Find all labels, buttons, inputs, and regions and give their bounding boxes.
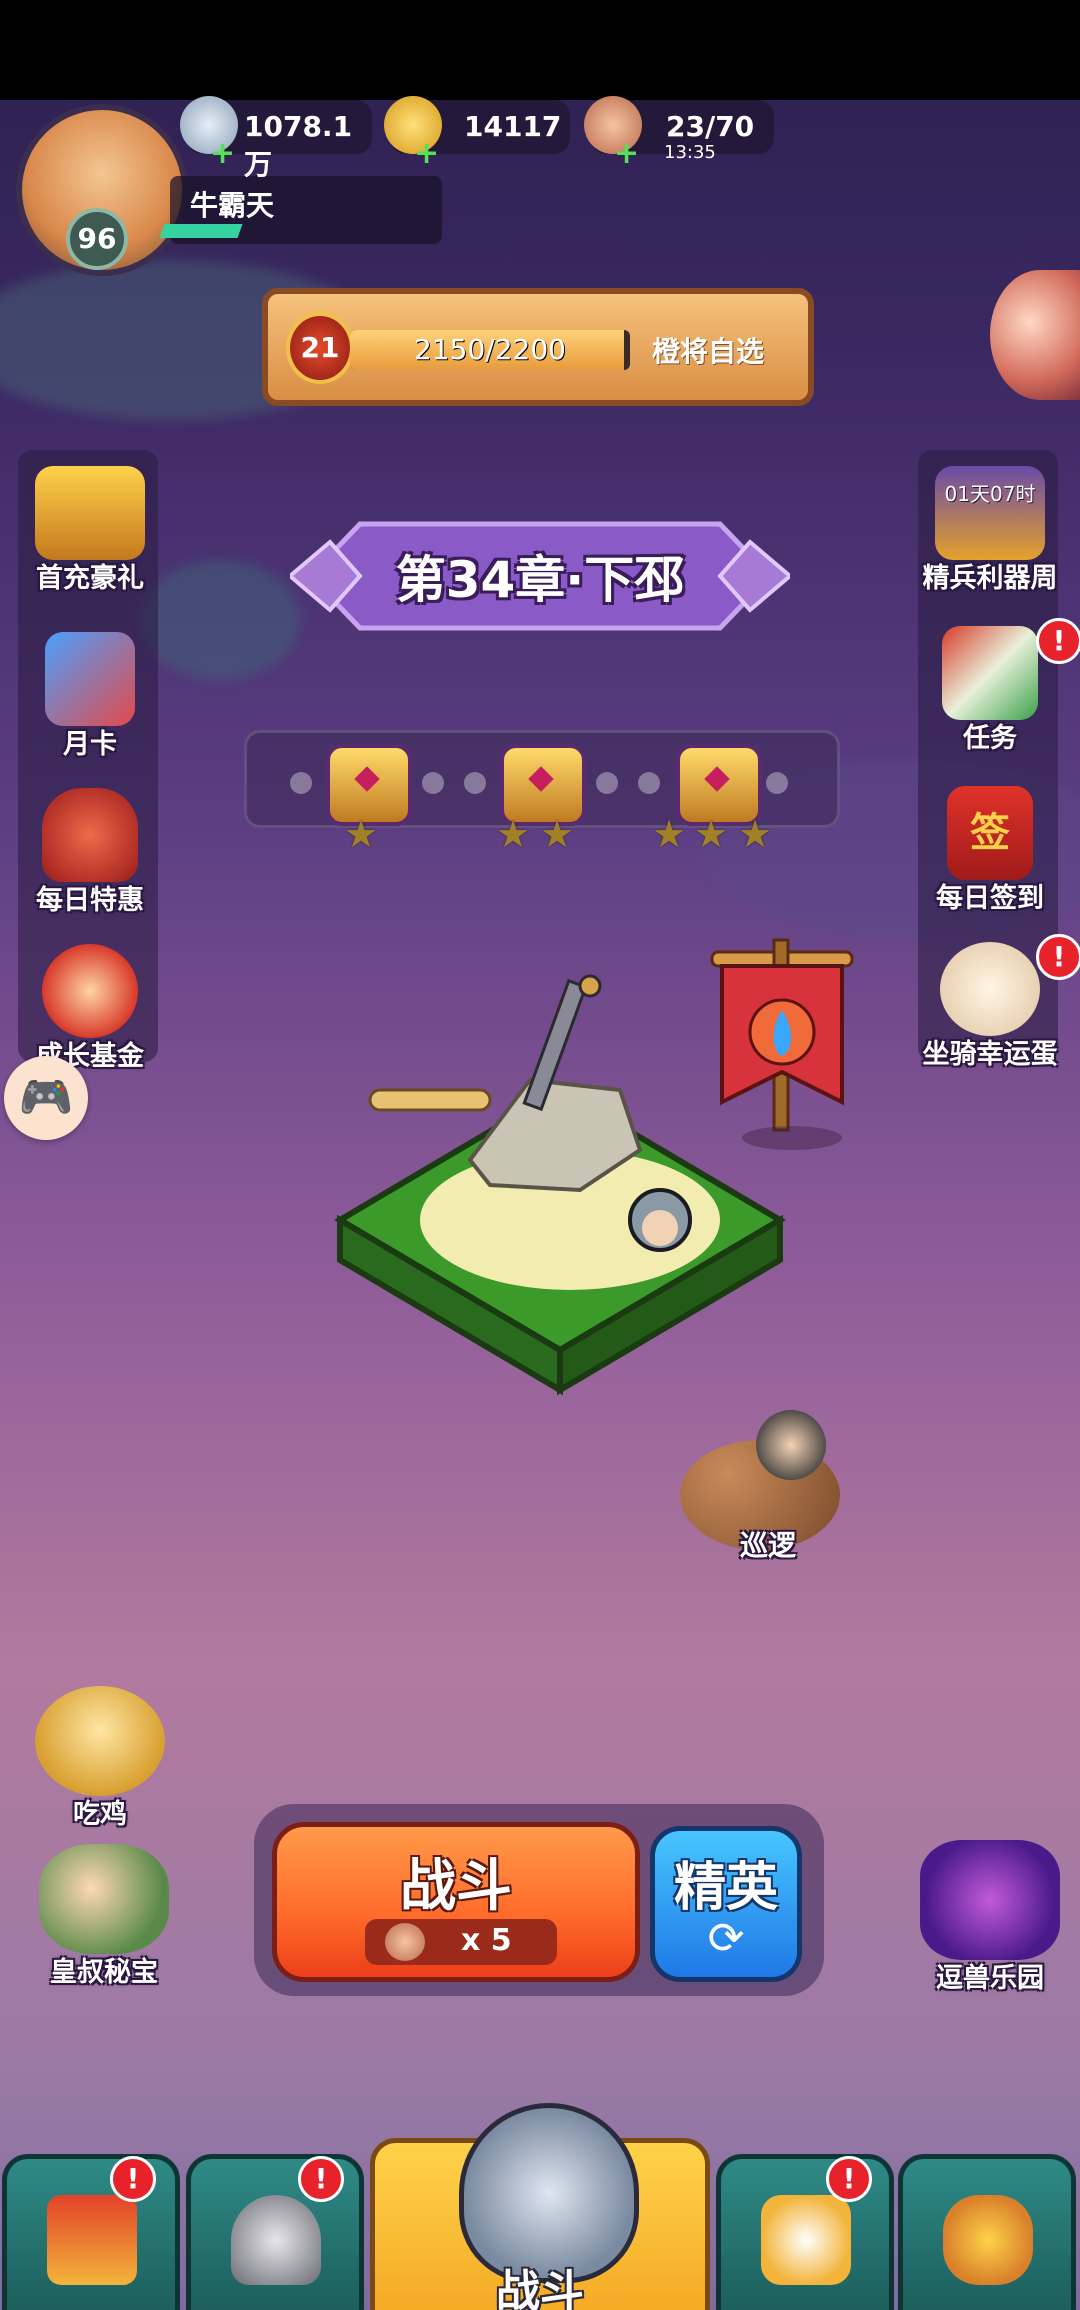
status-bar xyxy=(0,0,1080,100)
elite-button-label: 精英 xyxy=(673,1858,778,1918)
treasure-chest-icon xyxy=(35,466,145,560)
star-icon: ★ xyxy=(496,812,531,856)
monthly-card-button[interactable]: 月卡 xyxy=(0,632,180,761)
stamina-amount: 23/70 xyxy=(666,110,755,143)
progress-dot xyxy=(422,772,444,794)
beast-park-label: 逗兽乐园 xyxy=(936,1963,1044,1994)
bottom-nav: ! ! 战斗 ! xyxy=(0,2103,1080,2310)
chapter-title: 第34章·下邳 xyxy=(395,551,685,609)
power-fist-icon xyxy=(943,2195,1033,2285)
weapon-week-timer: 01天07时 xyxy=(944,482,1036,506)
elite-weapon-week-button[interactable]: 01天07时 精兵利器周 xyxy=(900,466,1080,595)
star-icon: ★ xyxy=(652,812,687,856)
fight-cost: x 5 xyxy=(461,1923,512,1958)
nav-battle-tab[interactable]: 战斗 xyxy=(370,2103,710,2310)
patrol-label: 巡逻 xyxy=(740,1529,797,1562)
first-recharge-label: 首充豪礼 xyxy=(36,563,144,594)
star-icon: ★ xyxy=(344,812,379,856)
nav-battle-label: 战斗 xyxy=(496,2266,584,2310)
scroll-icon xyxy=(942,626,1038,720)
progress-dot xyxy=(638,772,660,794)
beast-park-button[interactable]: 逗兽乐园 xyxy=(900,1840,1080,1995)
nav-home-alert: ! xyxy=(110,2156,156,2202)
gold-amount: 14117 xyxy=(464,110,562,143)
game-screen: 96 牛霸天 1078.1万 + 14117 + 23/70 13:35 + 2… xyxy=(0,0,1080,2310)
daily-sign-in-label: 每日签到 xyxy=(936,883,1044,914)
uncle-treasure-button[interactable]: 皇叔秘宝 xyxy=(14,1844,194,1989)
progress-dot xyxy=(766,772,788,794)
stamina-timer: 13:35 xyxy=(664,142,716,163)
refresh-icon: ⟳ xyxy=(707,1913,745,1964)
star-icon: ★ xyxy=(694,812,729,856)
stars-weapon-icon xyxy=(761,2195,851,2285)
tasks-label: 任务 xyxy=(963,723,1017,754)
player-xp-bar xyxy=(159,224,243,238)
nav-upgrade-tab[interactable] xyxy=(898,2154,1076,2310)
progress-dot xyxy=(596,772,618,794)
uncle-treasure-label: 皇叔秘宝 xyxy=(50,1957,158,1988)
elite-button[interactable]: 精英 ⟳ xyxy=(650,1826,802,1982)
rider-icon xyxy=(756,1410,826,1480)
add-gold-icon[interactable]: + xyxy=(414,136,439,171)
patrol-rider[interactable]: 巡逻 xyxy=(670,1410,860,1562)
stamina-resource[interactable]: 23/70 13:35 + xyxy=(584,96,774,171)
progress-dot xyxy=(290,772,312,794)
sign-in-icon: 签 xyxy=(947,786,1033,880)
rank-progress-bar: 2150/2200 xyxy=(350,330,630,370)
fight-button[interactable]: 战斗 x 5 xyxy=(272,1822,640,1982)
helmet-icon xyxy=(231,2195,321,2285)
daily-sign-in-button[interactable]: 签 每日签到 xyxy=(900,786,1080,915)
daily-deal-button[interactable]: 每日特惠 xyxy=(0,788,180,917)
star-icon: ★ xyxy=(738,812,773,856)
weapon-week-label: 精兵利器周 xyxy=(922,563,1058,594)
rank-badge-icon: 21 xyxy=(286,312,354,384)
gift-bag-icon xyxy=(42,788,138,882)
gate-icon xyxy=(47,2195,137,2285)
rank-progress-text: 2150/2200 xyxy=(414,333,566,366)
player-name: 牛霸天 xyxy=(190,189,275,222)
treasure-character-icon xyxy=(39,1844,169,1954)
add-stamina-icon[interactable]: + xyxy=(614,136,639,171)
chicken-button[interactable]: 吃鸡 xyxy=(10,1686,190,1831)
daily-deal-label: 每日特惠 xyxy=(36,885,144,916)
fight-cost-box: x 5 xyxy=(365,1919,557,1965)
mount-lucky-egg-label: 坐骑幸运蛋 xyxy=(922,1039,1058,1070)
silver-resource[interactable]: 1078.1万 + xyxy=(180,96,372,181)
lucky-egg-alert-badge: ! xyxy=(1036,934,1080,980)
growth-fund-button[interactable]: 成长基金 xyxy=(0,944,180,1073)
monthly-card-icon xyxy=(45,632,135,726)
tasks-alert-badge: ! xyxy=(1036,618,1080,664)
gold-resource[interactable]: 14117 + xyxy=(384,96,570,171)
fund-character-icon xyxy=(42,944,138,1038)
chicken-label: 吃鸡 xyxy=(73,1799,127,1830)
meat-icon xyxy=(385,1923,425,1961)
beast-park-icon xyxy=(920,1840,1060,1960)
hero-girl-portrait[interactable] xyxy=(990,270,1080,400)
silver-amount: 1078.1万 xyxy=(244,110,353,181)
player-level-badge: 96 xyxy=(66,208,128,270)
choose-orange-general-button[interactable]: 橙将自选 xyxy=(652,330,764,370)
lucky-egg-icon xyxy=(940,942,1040,1036)
chicken-character-icon xyxy=(35,1686,165,1796)
fire-banner-flag[interactable] xyxy=(692,932,872,1152)
fight-button-label: 战斗 xyxy=(400,1854,512,1919)
nav-equipment-alert: ! xyxy=(826,2156,872,2202)
gamepad-icon[interactable]: 🎮 xyxy=(4,1056,88,1140)
nav-heroes-alert: ! xyxy=(298,2156,344,2202)
monthly-card-label: 月卡 xyxy=(63,729,117,760)
first-recharge-button[interactable]: 首充豪礼 xyxy=(0,466,180,595)
add-silver-icon[interactable]: + xyxy=(210,136,235,171)
rank-progress-banner[interactable]: 21 2150/2200 橙将自选 xyxy=(262,288,814,406)
progress-dot xyxy=(464,772,486,794)
star-icon: ★ xyxy=(540,812,575,856)
